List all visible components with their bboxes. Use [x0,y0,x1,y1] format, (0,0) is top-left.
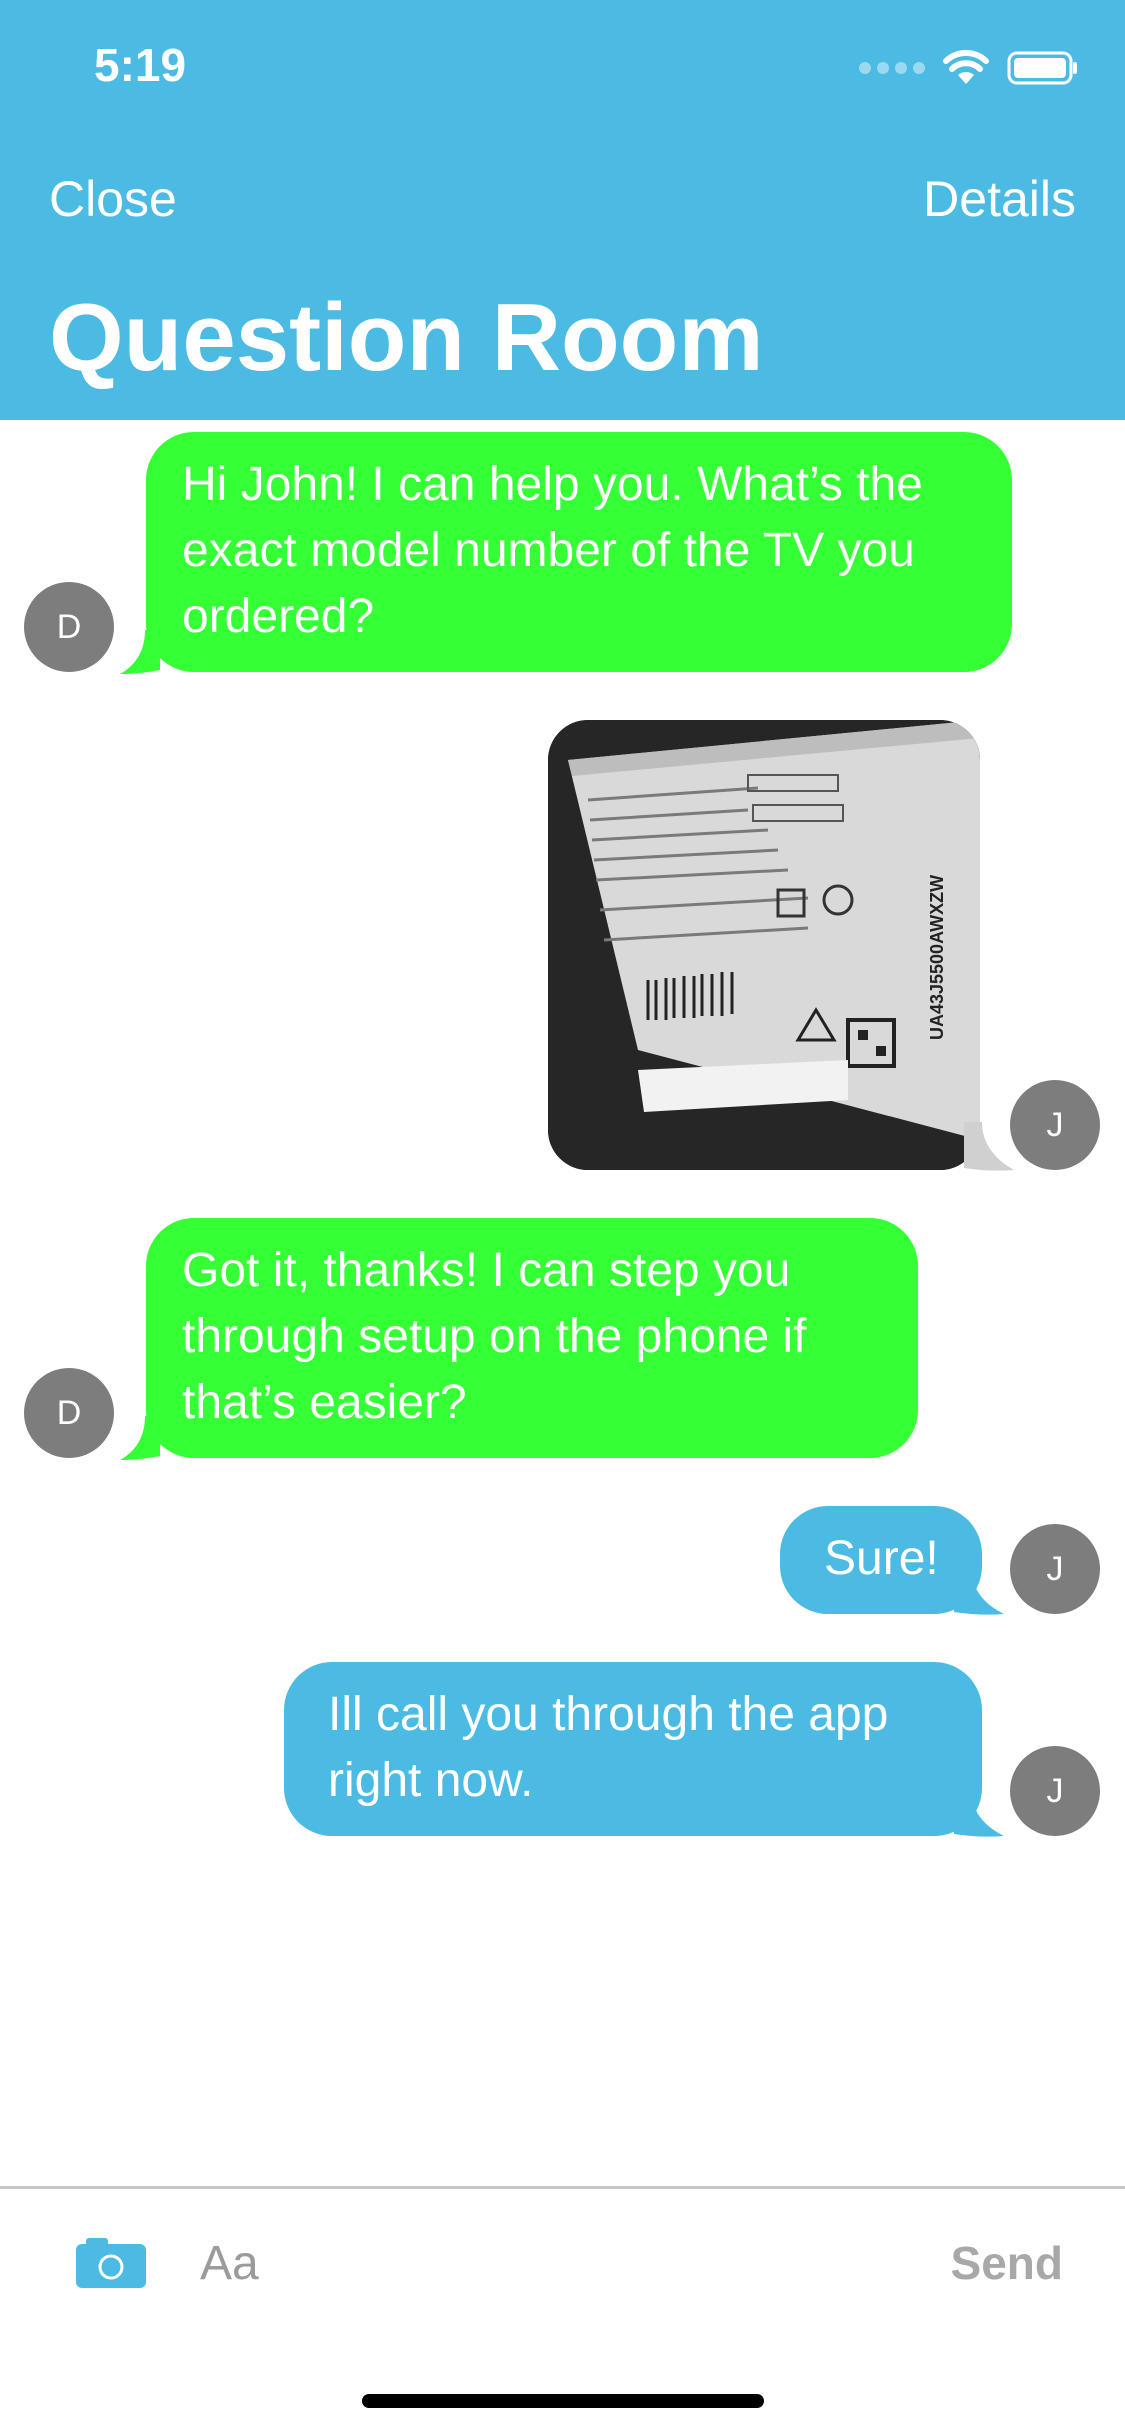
avatar: J [1010,1524,1100,1614]
message-input[interactable] [198,2230,902,2296]
message-bubble[interactable]: Hi John! I can help you. What’s the exac… [146,432,1012,672]
camera-icon[interactable] [76,2236,146,2288]
avatar: J [1010,1080,1100,1170]
page-title: Question Room [49,284,764,391]
avatar: D [24,1368,114,1458]
message-image[interactable]: UA43J5500AWXZW [548,720,980,1170]
bubble-tail [964,1122,1014,1171]
header: 5:19 Close Details Question Room [0,0,1125,420]
status-time: 5:19 [94,39,187,91]
image-label-text: UA43J5500AWXZW [927,875,947,1040]
message-bubble[interactable]: Sure! [780,1506,982,1614]
home-indicator[interactable] [362,2394,764,2408]
wifi-icon [943,50,989,84]
close-button[interactable]: Close [49,170,177,228]
avatar: D [24,582,114,672]
composer-divider [0,2186,1125,2189]
signal-icon [859,62,925,74]
message-bubble[interactable]: Ill call you through the app right now. [284,1662,982,1836]
details-button[interactable]: Details [923,170,1076,228]
status-icons [859,48,1079,88]
send-button[interactable]: Send [951,2236,1063,2290]
message-bubble[interactable]: Got it, thanks! I can step you through s… [146,1218,918,1458]
tv-label-photo: UA43J5500AWXZW [548,720,980,1170]
battery-icon [1007,51,1077,85]
avatar: J [1010,1746,1100,1836]
